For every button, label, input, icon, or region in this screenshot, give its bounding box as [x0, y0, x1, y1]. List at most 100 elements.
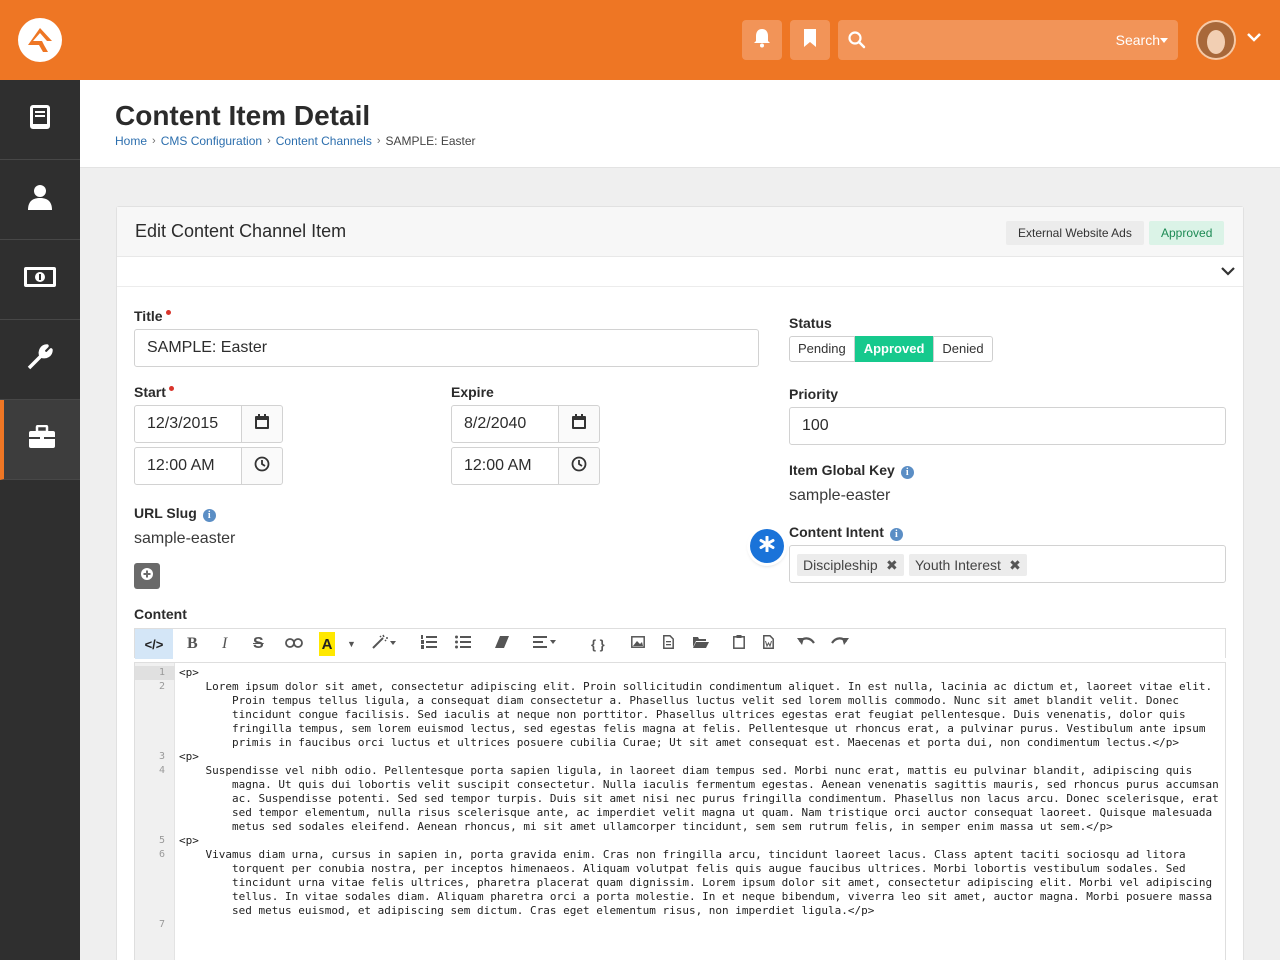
sidebar — [0, 80, 80, 960]
intent-chip: Discipleship ✖ — [797, 554, 904, 576]
code-view-button[interactable]: </> — [135, 629, 173, 659]
close-icon[interactable]: ✖ — [1009, 554, 1021, 576]
chevron-right-icon: › — [267, 135, 271, 147]
line-number: 1 — [158, 667, 165, 678]
expire-time-input[interactable]: 12:00 AM — [451, 447, 559, 485]
undo-button[interactable] — [797, 632, 815, 656]
status-pending-button[interactable]: Pending — [789, 336, 855, 362]
align-dropdown-button[interactable] — [533, 632, 557, 656]
required-indicator — [168, 386, 174, 391]
info-icon[interactable]: i — [900, 466, 914, 479]
magic-wand-button[interactable] — [371, 632, 397, 656]
eraser-icon — [495, 635, 509, 653]
expire-clock-button[interactable] — [558, 447, 600, 485]
status-approved-button[interactable]: Approved — [854, 336, 934, 362]
code-editor[interactable]: 1 <p> 2 Lorem ipsum dolor sit amet, cons… — [134, 662, 1226, 960]
content-intent-picker[interactable]: Discipleship ✖ Youth Interest ✖ — [789, 545, 1226, 583]
code-line: Lorem ipsum dolor sit amet, consectetur … — [205, 680, 1213, 749]
code-block-button[interactable]: { } — [591, 632, 605, 656]
title-input[interactable]: SAMPLE: Easter — [134, 329, 759, 367]
link-button[interactable] — [285, 632, 303, 656]
bell-icon — [753, 28, 771, 53]
code-line: <p> — [179, 750, 199, 763]
word-document-icon — [763, 634, 774, 654]
close-icon[interactable]: ✖ — [886, 554, 898, 576]
info-icon[interactable]: i — [202, 509, 216, 522]
top-bar: Search — [0, 0, 1280, 80]
clear-format-button[interactable] — [495, 632, 509, 656]
search-type-dropdown[interactable]: Search — [1116, 32, 1160, 48]
breadcrumb-cms-configuration[interactable]: CMS Configuration — [161, 134, 262, 148]
status-label: Status — [789, 315, 832, 331]
calendar-icon — [255, 414, 269, 434]
line-number: 5 — [158, 835, 165, 846]
notifications-button[interactable] — [742, 20, 782, 60]
clock-icon — [571, 456, 587, 477]
start-calendar-button[interactable] — [241, 405, 283, 443]
line-number: 4 — [158, 765, 165, 776]
italic-button[interactable]: I — [222, 632, 227, 656]
ordered-list-button[interactable] — [421, 632, 437, 656]
expire-label: Expire — [451, 384, 494, 400]
required-indicator — [165, 310, 171, 315]
money-icon — [23, 266, 57, 293]
status-denied-button[interactable]: Denied — [933, 336, 993, 362]
sidebar-item-content[interactable] — [0, 80, 80, 160]
editor-toolbar: </> B I S A ▼ { } — [134, 628, 1226, 659]
start-label: Start — [134, 384, 174, 400]
book-icon — [28, 104, 52, 135]
clipboard-icon — [733, 634, 745, 654]
sidebar-item-finance[interactable] — [0, 240, 80, 320]
bulleted-list-icon — [455, 635, 471, 654]
chevron-down-icon[interactable] — [1246, 30, 1262, 48]
bold-button[interactable]: B — [187, 632, 198, 656]
calendar-icon — [572, 414, 586, 434]
breadcrumb-current: SAMPLE: Easter — [385, 134, 476, 148]
strikethrough-button[interactable]: S — [253, 632, 264, 656]
info-icon[interactable]: i — [889, 528, 903, 541]
document-button[interactable] — [663, 632, 674, 656]
start-clock-button[interactable] — [241, 447, 283, 485]
search-input[interactable]: Search — [838, 20, 1178, 60]
breadcrumb-content-channels[interactable]: Content Channels — [276, 134, 372, 148]
chevron-right-icon: › — [152, 135, 156, 147]
document-icon — [663, 634, 674, 654]
asterisk-action-button[interactable] — [750, 529, 784, 563]
caret-down-icon — [1160, 38, 1168, 43]
start-date-input[interactable]: 12/3/2015 — [134, 405, 242, 443]
search-icon — [848, 31, 866, 54]
global-key-label: Item Global Key i — [789, 462, 914, 479]
sidebar-item-people[interactable] — [0, 160, 80, 240]
start-time-input[interactable]: 12:00 AM — [134, 447, 242, 485]
priority-input[interactable]: 100 — [789, 407, 1226, 445]
caret-down-icon[interactable]: ▼ — [347, 632, 356, 656]
expire-calendar-button[interactable] — [558, 405, 600, 443]
add-slug-button[interactable] — [134, 563, 160, 589]
code-line: <p> — [179, 666, 199, 679]
content-label: Content — [134, 606, 187, 622]
expire-date-input[interactable]: 8/2/2040 — [451, 405, 559, 443]
asterisk-icon — [759, 535, 775, 557]
highlight-color-button[interactable]: A — [319, 632, 335, 656]
image-button[interactable] — [631, 632, 645, 656]
code-icon: </> — [144, 636, 164, 652]
bookmarks-button[interactable] — [790, 20, 830, 60]
redo-icon — [831, 635, 849, 653]
breadcrumb-home[interactable]: Home — [115, 134, 147, 148]
rock-logo-icon[interactable] — [18, 18, 62, 62]
redo-button[interactable] — [831, 632, 849, 656]
panel-drawer[interactable] — [117, 257, 1243, 287]
sidebar-item-admin[interactable] — [0, 400, 80, 480]
folder-open-icon — [693, 635, 709, 653]
url-slug-value: sample-easter — [134, 530, 236, 547]
paste-word-button[interactable] — [763, 632, 774, 656]
chevron-down-icon[interactable] — [1221, 264, 1235, 282]
bulleted-list-button[interactable] — [455, 632, 471, 656]
open-folder-button[interactable] — [693, 632, 709, 656]
user-avatar[interactable] — [1196, 20, 1236, 60]
line-number-gutter — [135, 663, 175, 960]
image-icon — [631, 635, 645, 653]
ordered-list-icon — [421, 634, 437, 654]
paste-button[interactable] — [733, 632, 745, 656]
sidebar-item-tools[interactable] — [0, 320, 80, 400]
